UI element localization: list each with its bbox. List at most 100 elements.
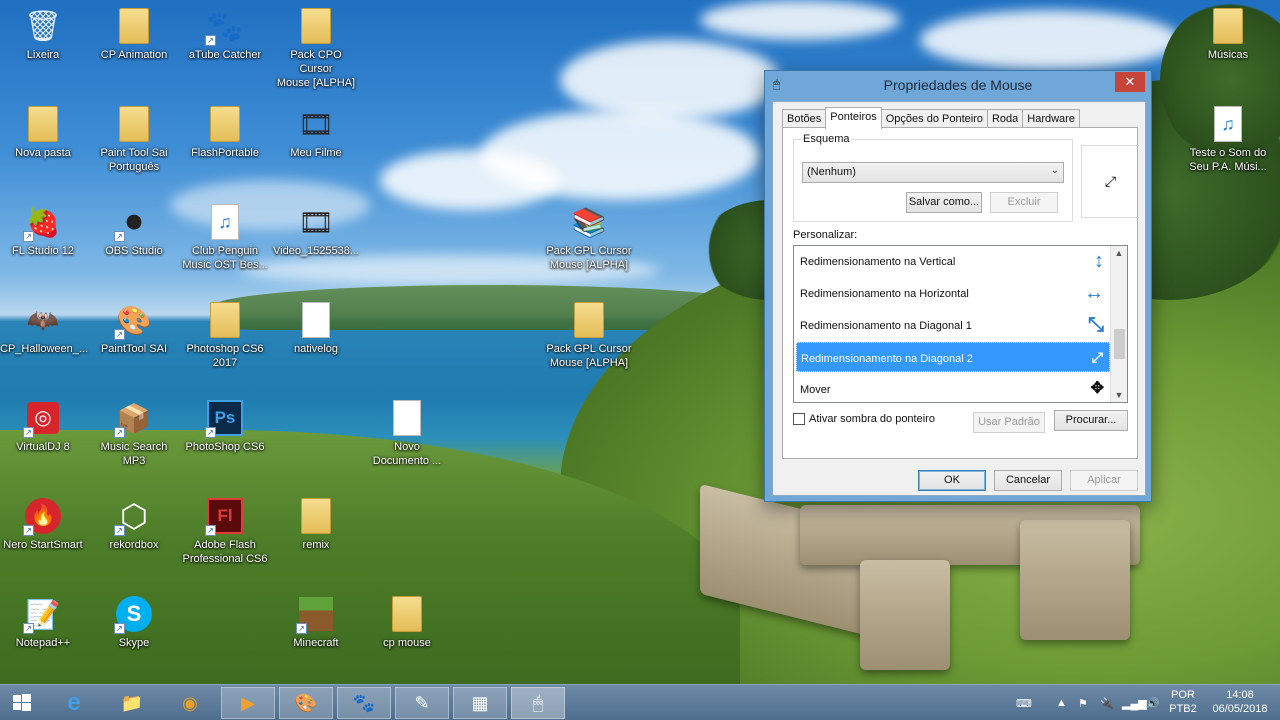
start-button[interactable] [0, 687, 44, 719]
media-player-icon[interactable]: ▶ [221, 687, 275, 719]
atube-catcher-icon[interactable]: 🐾 [337, 687, 391, 719]
rekordbox-icon: ⬡ ↗ [114, 496, 154, 536]
cursor-row-diagonal-2[interactable]: Redimensionamento na Diagonal 2 ⤢ [796, 342, 1110, 372]
desktop-icon-rekordbox[interactable]: ⬡ ↗ rekordbox [91, 496, 177, 552]
use-default-button[interactable]: Usar Padrão [973, 412, 1045, 433]
desktop-icon-nova-pasta[interactable]: Nova pasta [0, 104, 86, 160]
tab-opcoes-do-ponteiro[interactable]: Opções do Ponteiro [880, 109, 988, 128]
desktop-icon-painttool-sai[interactable]: 🎨 ↗ PaintTool SAI [91, 300, 177, 356]
desktop-icon-paint-tool-sai-portugues[interactable]: Paint Tool Sai Português [91, 104, 177, 174]
save-as-button[interactable]: Salvar como... [906, 192, 982, 213]
desktop-icon-photoshop-cs6[interactable]: Ps ↗ PhotoShop CS6 [182, 398, 268, 454]
horizontal-resize-icon: ↔ [1084, 282, 1104, 304]
apply-button[interactable]: Aplicar [1070, 470, 1138, 491]
desktop-icon-cp-animation[interactable]: CP Animation [91, 6, 177, 62]
text-file-icon [296, 300, 336, 340]
desktop-icon-cp-mouse[interactable]: cp mouse [364, 594, 450, 650]
scheme-selected-value: (Nenhum) [807, 166, 856, 178]
cancel-button[interactable]: Cancelar [994, 470, 1062, 491]
notepad-icon[interactable]: ✎ [395, 687, 449, 719]
vertical-resize-icon: ↕ [1094, 250, 1104, 272]
desktop-icon-adobe-flash[interactable]: Fl ↗ Adobe Flash Professional CS6 [182, 496, 268, 566]
chevron-up-icon[interactable]: ▲ [1111, 248, 1127, 258]
painttool-sai-icon[interactable]: 🎨 [279, 687, 333, 719]
desktop-icon-teste-o-som[interactable]: ♫ Teste o Som do Seu P.A. Músi... [1185, 104, 1271, 174]
desktop-icon-nero[interactable]: 🔥 ↗ Nero StartSmart [0, 496, 86, 552]
cursor-row-diagonal-1[interactable]: Redimensionamento na Diagonal 1 ⤡ [796, 310, 1110, 340]
ok-button[interactable]: OK [918, 470, 986, 491]
keyboard-icon[interactable]: ⌨ [1016, 685, 1032, 720]
show-hidden-icons-icon[interactable]: ▲ [1056, 685, 1067, 720]
scheme-dropdown[interactable]: (Nenhum) ⌄ [802, 162, 1064, 183]
music-search-icon: 📦 ↗ [114, 398, 154, 438]
tab-ponteiros[interactable]: Ponteiros [825, 107, 882, 129]
desktop-icon-skype[interactable]: S ↗ Skype [91, 594, 177, 650]
pointer-shadow-checkbox[interactable]: Ativar sombra do ponteiro [793, 413, 935, 425]
desktop-icon-video[interactable]: 🎞 Video_1525538... [273, 202, 359, 258]
desktop-icon-atube-catcher[interactable]: 🐾 ↗ aTube Catcher [182, 6, 268, 62]
internet-explorer-icon[interactable]: e [47, 687, 101, 719]
desktop-icon-virtualdj[interactable]: ◎ ↗ VirtualDJ 8 [0, 398, 86, 454]
desktop-icon-novo-documento[interactable]: Novo Documento ... [364, 398, 450, 468]
tab-hardware[interactable]: Hardware [1022, 109, 1080, 128]
cursor-list-scrollbar[interactable]: ▲ ▼ [1110, 246, 1127, 402]
desktop-icon-nativelog[interactable]: nativelog [273, 300, 359, 356]
flag-icon[interactable]: ⚑ [1078, 685, 1088, 720]
folder-icon [114, 6, 154, 46]
desktop-icon-meu-filme[interactable]: 🎞 Meu Filme [273, 104, 359, 160]
dialog-title-bar[interactable]: 🖱 Propriedades de Mouse ✕ [765, 71, 1151, 99]
cursor-row-move[interactable]: Mover ✥ [796, 374, 1110, 402]
recycle-bin-icon: 🗑 [23, 9, 63, 43]
desktop-icon-pack-gpl-rar[interactable]: 📚 Pack GPL Cursor Mouse [ALPHA] [546, 202, 632, 272]
desktop-icon-lixeira[interactable]: 🗑 Lixeira [0, 6, 86, 62]
control-panel-icon[interactable]: ▦ [453, 687, 507, 719]
desktop-icon-minecraft[interactable]: ▩↗ Minecraft [273, 594, 359, 650]
mouse-properties-icon[interactable]: 🖱 [511, 687, 565, 719]
tab-botoes[interactable]: Botões [782, 109, 827, 128]
dialog-title: Propriedades de Mouse [883, 77, 1033, 93]
clock[interactable]: 14:08 06/05/2018 [1208, 688, 1272, 716]
desktop-icon-remix[interactable]: remix [273, 496, 359, 552]
desktop-icon-cp-halloween[interactable]: 🦇 CP_Halloween_... [0, 300, 88, 356]
folder-icon [387, 594, 427, 634]
cursor-row-label: Mover [800, 384, 831, 396]
folder-icon [569, 300, 609, 340]
desktop-icon-notepadpp[interactable]: 📝 ↗ Notepad++ [0, 594, 86, 650]
atube-catcher-icon: 🐾 ↗ [205, 9, 244, 46]
desktop-icon-pack-gpl-folder[interactable]: Pack GPL Cursor Mouse [ALPHA] [546, 300, 632, 370]
cursor-row-horizontal-resize[interactable]: Redimensionamento na Horizontal ↔ [796, 278, 1110, 308]
desktop-icon-obs-studio[interactable]: ⏺ ↗ OBS Studio [91, 202, 177, 258]
folder-icon [296, 6, 336, 46]
volume-icon[interactable]: 🔊 [1146, 685, 1160, 720]
notepadpp-icon: 📝 ↗ [23, 594, 63, 634]
video-file-icon: 🎞 [298, 206, 334, 238]
power-icon[interactable]: 🔌 [1100, 685, 1114, 720]
desktop-icon-fl-studio[interactable]: 🍓 ↗ FL Studio 12 [0, 202, 86, 258]
browse-button[interactable]: Procurar... [1054, 410, 1128, 431]
close-button[interactable]: ✕ [1115, 72, 1145, 92]
obs-icon: ⏺ ↗ [114, 202, 154, 242]
desktop-icon-music-search[interactable]: 📦 ↗ Music Search MP3 [91, 398, 177, 468]
move-icon: ✥ [1090, 380, 1104, 397]
network-icon[interactable]: ▂▄▆ [1122, 685, 1147, 720]
language-indicator[interactable]: POR PTB2 [1168, 688, 1198, 716]
scrollbar-thumb[interactable] [1114, 329, 1125, 359]
tab-roda[interactable]: Roda [986, 109, 1024, 128]
cursor-list[interactable]: Redimensionamento na Vertical ↕ Redimens… [793, 245, 1128, 403]
desktop-icon-flashportable[interactable]: FlashPortable [182, 104, 268, 160]
chrome-icon[interactable]: ◉ [163, 687, 217, 719]
folder-icon [296, 496, 336, 536]
delete-scheme-button[interactable]: Excluir [990, 192, 1058, 213]
desktop-icon-pack-cpo[interactable]: Pack CPO Cursor Mouse [ALPHA] [273, 6, 359, 90]
desktop-icon-photoshop-folder[interactable]: Photoshop CS6 2017 [182, 300, 268, 370]
cursor-row-vertical-resize[interactable]: Redimensionamento na Vertical ↕ [796, 246, 1110, 276]
chevron-down-icon[interactable]: ▼ [1111, 390, 1127, 400]
minecraft-icon: ▩↗ [296, 594, 336, 634]
file-explorer-icon[interactable]: 📁 [105, 687, 159, 719]
desktop-icon-club-penguin-music[interactable]: ♫ Club Penguin Music OST Bes... [182, 202, 268, 272]
checkbox-box[interactable] [793, 413, 805, 425]
dialog-body: Botões Ponteiros Opções do Ponteiro Roda… [772, 101, 1146, 496]
painttool-sai-icon: 🎨 ↗ [114, 300, 154, 340]
skype-icon: S ↗ [114, 594, 154, 634]
desktop-icon-musicas[interactable]: Músicas [1185, 6, 1271, 62]
